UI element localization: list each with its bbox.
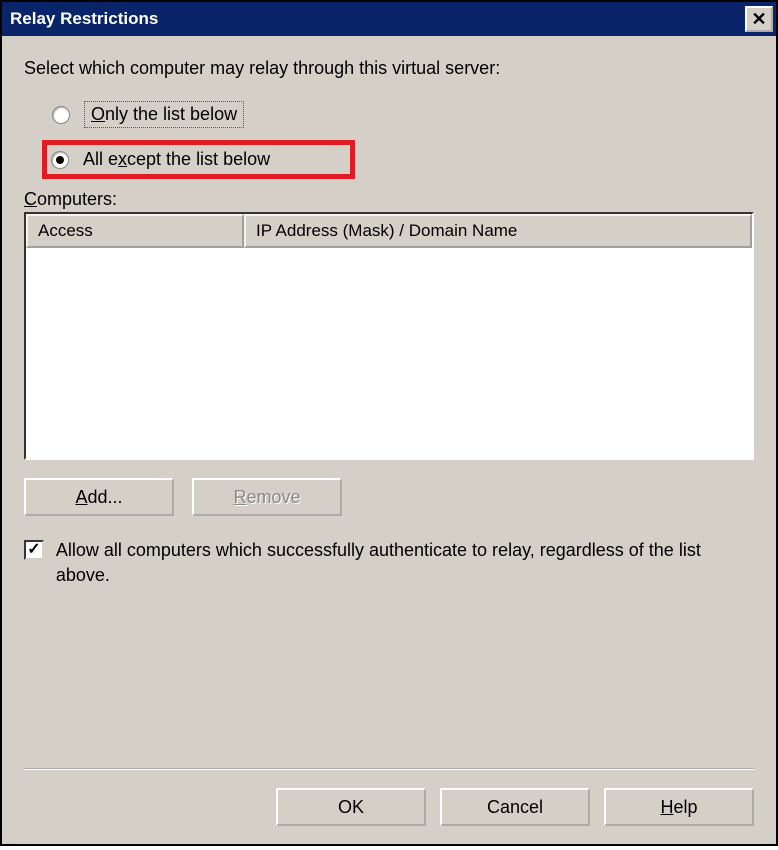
ok-button[interactable]: OK [276, 788, 426, 826]
radio-icon [51, 151, 69, 169]
help-button[interactable]: Help [604, 788, 754, 826]
radio-except-label: All except the list below [83, 149, 270, 170]
dialog-buttons: OK Cancel Help [24, 768, 754, 826]
instruction-text: Select which computer may relay through … [24, 58, 754, 79]
listview-body[interactable] [26, 248, 752, 458]
content-area: Select which computer may relay through … [2, 36, 776, 844]
radio-only-list[interactable]: Only the list below [52, 95, 754, 134]
radio-only-label: Only the list below [84, 101, 244, 128]
window-title: Relay Restrictions [10, 9, 745, 29]
column-access[interactable]: Access [26, 214, 244, 248]
computers-label: Computers: [24, 189, 754, 210]
allow-auth-checkbox[interactable] [24, 540, 44, 560]
allow-auth-label: Allow all computers which successfully a… [56, 538, 754, 588]
close-button[interactable]: ✕ [745, 6, 773, 32]
cancel-button[interactable]: Cancel [440, 788, 590, 826]
highlight-box: All except the list below [42, 140, 355, 179]
computers-listview[interactable]: Access IP Address (Mask) / Domain Name [24, 212, 754, 460]
radio-icon [52, 106, 70, 124]
add-button[interactable]: Add... [24, 478, 174, 516]
dialog-window: Relay Restrictions ✕ Select which comput… [0, 0, 778, 846]
relay-mode-radios: Only the list below All except the list … [52, 95, 754, 185]
close-icon: ✕ [751, 9, 766, 30]
titlebar: Relay Restrictions ✕ [2, 2, 776, 36]
remove-button: Remove [192, 478, 342, 516]
listview-header: Access IP Address (Mask) / Domain Name [26, 214, 752, 248]
column-ip[interactable]: IP Address (Mask) / Domain Name [244, 214, 752, 248]
radio-all-except[interactable]: All except the list below [52, 134, 754, 185]
list-buttons: Add... Remove [24, 478, 754, 516]
allow-auth-row: Allow all computers which successfully a… [24, 538, 754, 588]
